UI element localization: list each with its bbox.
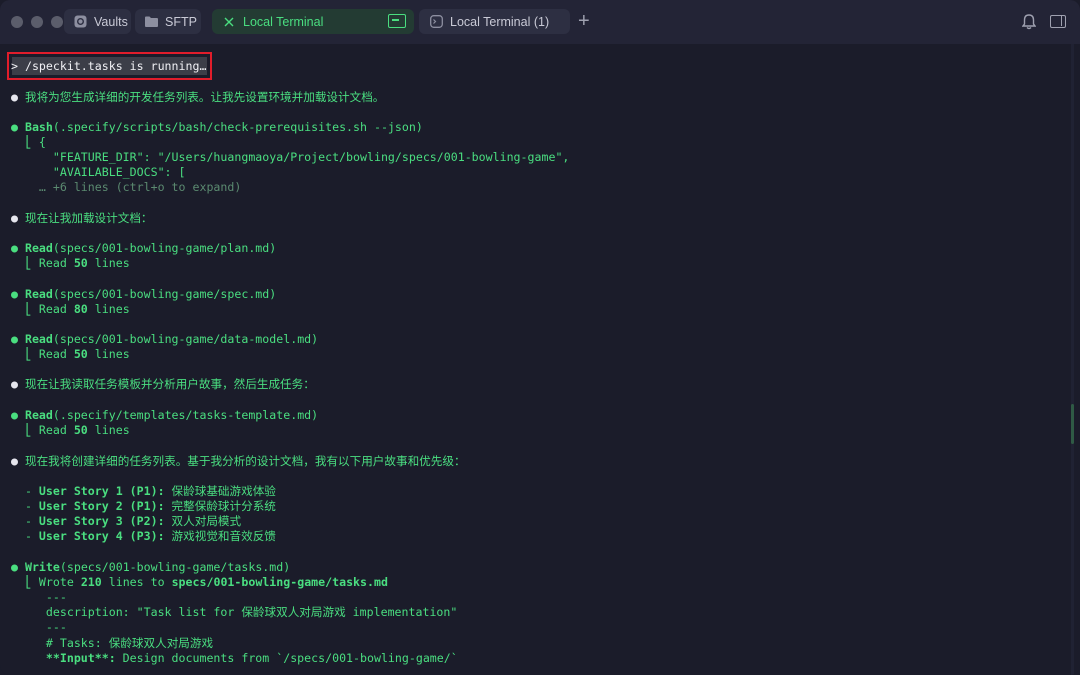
terminal-output[interactable]: > /speckit.tasks is running… ● 我将为您生成详细的… [0,44,1080,675]
tab-local-terminal[interactable]: Local Terminal [212,9,414,34]
read-tool-call: ● Read(specs/001-bowling-game/spec.md) [11,287,277,301]
window-controls [11,16,63,28]
read-tool-call: ● Read(specs/001-bowling-game/data-model… [11,332,319,346]
running-status: > /speckit.tasks is running… [11,59,207,73]
bash-tool-call: ● Bash(.specify/scripts/bash/check-prere… [11,120,423,134]
scrollbar-thumb[interactable] [1071,404,1074,444]
tab-label: SFTP [165,14,197,29]
tab-label: Local Terminal (1) [450,14,550,29]
output-line: ● 现在让我加载设计文档： [11,211,153,225]
tab-vaults[interactable]: Vaults [64,9,131,34]
tab-local-terminal-1[interactable]: Local Terminal (1) [419,9,570,34]
split-panel-icon[interactable] [1050,15,1066,28]
output-line: ⎣ Read 50 lines [11,347,130,361]
list-item: - User Story 1 (P1): 保龄球基础游戏体验 [11,484,276,498]
output-line: --- [11,620,67,634]
tab-label: Vaults [94,14,128,29]
title-bar: Vaults SFTP Local Terminal Local Termina… [0,0,1080,44]
list-item: - User Story 4 (P3): 游戏视觉和音效反馈 [11,529,276,543]
output-line: ⎣ Read 50 lines [11,256,130,270]
output-line: ⎣ Read 80 lines [11,302,130,316]
output-line: ⎣ Read 50 lines [11,423,130,437]
terminal-icon [388,14,406,28]
bell-icon[interactable] [1021,14,1037,30]
output-line: ⎣ { [11,135,46,149]
minimize-window-button[interactable] [31,16,43,28]
tab-label: Local Terminal [243,14,324,29]
output-line: ● 现在我将创建详细的任务列表。基于我分析的设计文档，我有以下用户故事和优先级： [11,454,466,468]
terminal-icon [429,15,443,29]
output-line: description: "Task list for 保龄球双人对局游戏 im… [11,605,458,619]
read-tool-call: ● Read(specs/001-bowling-game/plan.md) [11,241,277,255]
output-line: "FEATURE_DIR": "/Users/huangmaoya/Projec… [11,150,570,164]
app-window: Vaults SFTP Local Terminal Local Termina… [0,0,1080,675]
output-line: ● 现在让我读取任务模板并分析用户故事，然后生成任务： [11,377,315,391]
close-icon[interactable] [222,15,236,29]
scrollbar-track[interactable] [1071,44,1074,675]
output-line: # Tasks: 保龄球双人对局游戏 [11,636,214,650]
list-item: - User Story 3 (P2): 双人对局模式 [11,514,242,528]
output-line: "AVAILABLE_DOCS": [ [11,165,186,179]
maximize-window-button[interactable] [51,16,63,28]
vault-icon [74,15,87,29]
read-tool-call: ● Read(.specify/templates/tasks-template… [11,408,319,422]
collapsed-lines[interactable]: … +6 lines (ctrl+o to expand) [11,180,241,195]
folder-icon [145,15,158,29]
output-line: ⎣ Wrote 210 lines to specs/001-bowling-g… [11,575,388,589]
output-line: **Input**: Design documents from `/specs… [11,651,458,665]
tab-sftp[interactable]: SFTP [135,9,201,34]
write-tool-call: ● Write(specs/001-bowling-game/tasks.md) [11,560,291,574]
new-tab-button[interactable]: + [578,11,590,31]
close-window-button[interactable] [11,16,23,28]
list-item: - User Story 2 (P1): 完整保龄球计分系统 [11,499,276,513]
output-line: ● 我将为您生成详细的开发任务列表。让我先设置环境并加载设计文档。 [11,90,385,104]
output-line: --- [11,590,67,604]
